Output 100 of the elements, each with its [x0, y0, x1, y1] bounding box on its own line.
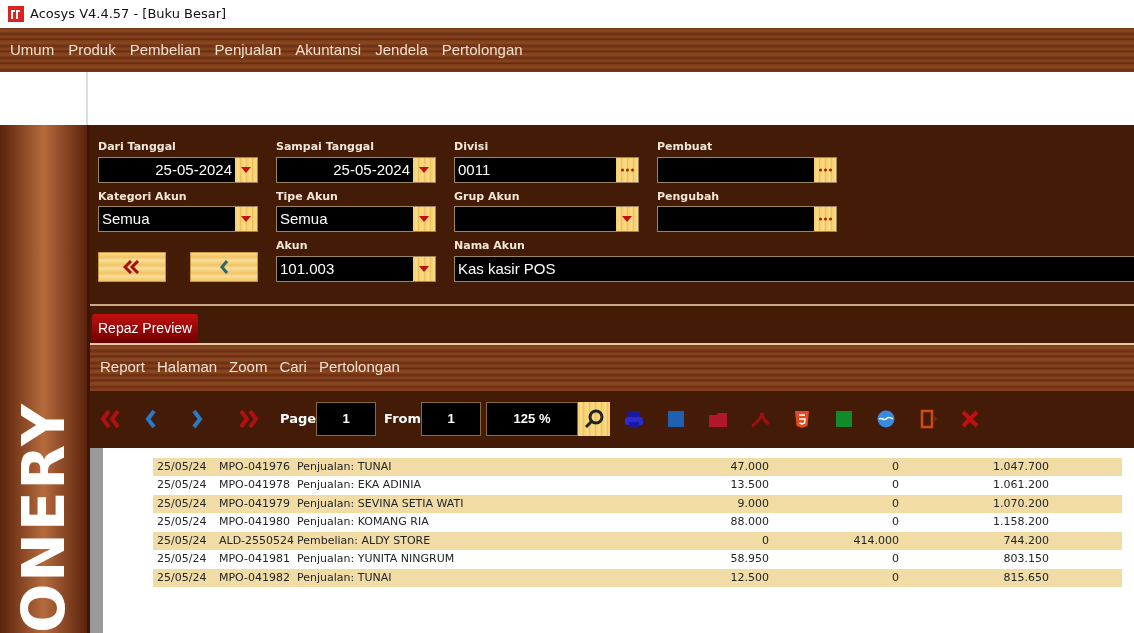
app-logo-icon: [8, 6, 24, 22]
first-button[interactable]: [98, 251, 166, 282]
input-field[interactable]: 101.003: [276, 255, 436, 282]
table-cell-text: 9.000: [736, 495, 770, 512]
page-label: Page: [280, 410, 317, 429]
menu-item[interactable]: Umum: [10, 38, 55, 62]
table-cell-text: Penjualan: KOMANG RIA: [296, 514, 430, 530]
field-label: Pengubah: [657, 188, 721, 205]
tab[interactable]: Repaz Preview: [92, 313, 199, 343]
search-button[interactable]: [578, 402, 610, 436]
dropdown-button[interactable]: [413, 207, 435, 231]
dropdown-button[interactable]: [235, 157, 257, 182]
table-cell-text: 0: [891, 514, 900, 530]
exit-door-icon[interactable]: [918, 409, 938, 429]
table-cell-text: 25/05/24: [156, 495, 208, 512]
field-label: Tipe Akun: [276, 188, 339, 205]
menu-item[interactable]: Pertolongan: [318, 356, 400, 379]
table-cell-text: 25/05/24: [156, 477, 208, 493]
table-cell-text: Penjualan: TUNAI: [296, 458, 393, 475]
input-field[interactable]: Kas kasir POS: [454, 255, 1134, 282]
menu-item[interactable]: Cari: [279, 356, 307, 379]
table-cell-text: 58.950: [729, 551, 770, 567]
table-cell-text: MPO-041982: [218, 569, 292, 586]
table-cell-text: 47.000: [729, 458, 770, 475]
table-cell-text: 0: [891, 458, 900, 475]
table-cell-text: 0: [891, 551, 900, 567]
globe-icon[interactable]: [876, 409, 896, 429]
table-cell-text: 25/05/24: [156, 551, 208, 567]
table-cell-text: MPO-041976: [218, 458, 292, 475]
input-field[interactable]: Semua: [276, 206, 436, 232]
lookup-button[interactable]: [616, 157, 638, 182]
previous-page-icon[interactable]: [144, 408, 156, 430]
dropdown-button[interactable]: [616, 207, 638, 231]
input-field[interactable]: [454, 206, 639, 232]
table-cell-text: 1.061.200: [992, 477, 1050, 493]
caret-icon: [241, 216, 251, 222]
field-label: Sampai Tanggal: [276, 139, 375, 155]
dropdown-button[interactable]: [413, 256, 435, 281]
menu-item[interactable]: Jendela: [375, 38, 428, 62]
lookup-button[interactable]: [814, 207, 836, 231]
square-icon[interactable]: [666, 409, 686, 429]
menu-item[interactable]: Produk: [68, 38, 116, 62]
html5-icon[interactable]: [792, 409, 812, 429]
next-page-icon[interactable]: [192, 408, 204, 430]
table-cell-text: 1.158.200: [992, 514, 1050, 530]
total-pages-field[interactable]: 1: [421, 402, 481, 436]
field-label: Akun: [276, 238, 309, 254]
table-cell-text: Pembelian: ALDY STORE: [296, 532, 432, 549]
input-field[interactable]: 0011: [454, 156, 639, 183]
chevron-left-icon: [219, 259, 229, 274]
input-field[interactable]: Semua: [98, 206, 258, 232]
table-cell-text: Penjualan: YUNITA NINGRUM: [296, 551, 456, 567]
dropdown-button[interactable]: [413, 157, 435, 182]
table-cell-text: 414.000: [852, 532, 900, 549]
field-label: Dari Tanggal: [98, 139, 177, 155]
menu-item[interactable]: Report: [100, 356, 146, 379]
table-cell-text: MPO-041980: [218, 514, 292, 530]
table-cell-text: ALD-2550524: [218, 532, 293, 549]
ellipsis-icon: [620, 167, 634, 172]
input-field[interactable]: [657, 206, 837, 232]
caret-icon: [622, 216, 632, 222]
zoom-field[interactable]: 125 %: [486, 402, 578, 436]
table-cell-text: 0: [891, 569, 900, 586]
table-cell-text: 0: [891, 495, 900, 512]
caret-icon: [419, 265, 429, 272]
ellipsis-icon: [818, 217, 832, 221]
field-label: Kategori Akun: [98, 188, 188, 205]
table-cell-text: Penjualan: TUNAI: [296, 569, 393, 586]
menu-item[interactable]: Zoom: [229, 356, 268, 379]
lookup-button[interactable]: [814, 157, 836, 182]
menu-item[interactable]: Pembelian: [129, 38, 201, 62]
table-cell-text: 13.500: [729, 477, 770, 493]
input-field[interactable]: 25-05-2024: [276, 156, 436, 183]
table-cell-text: 1.070.200: [992, 495, 1050, 512]
dropdown-button[interactable]: [235, 207, 257, 231]
close-icon[interactable]: [960, 409, 980, 429]
table-cell-text: 25/05/24: [156, 532, 208, 549]
field-label: Divisi: [454, 139, 490, 155]
table-cell-text: 0: [761, 532, 770, 549]
input-field[interactable]: [657, 156, 837, 183]
table-cell-text: 0: [891, 477, 900, 493]
table-cell-text: Penjualan: EKA ADINIA: [296, 477, 422, 493]
menu-item[interactable]: Penjualan: [214, 38, 282, 62]
page-field[interactable]: 1: [316, 402, 377, 436]
menu-item[interactable]: Akuntansi: [295, 38, 362, 62]
menu-item[interactable]: Halaman: [157, 356, 218, 379]
search-icon: [583, 408, 605, 430]
window-title: Acosys V4.4.57 - [Buku Besar]: [30, 5, 227, 24]
previous-button[interactable]: [190, 251, 258, 282]
menu-item[interactable]: Pertolongan: [441, 38, 523, 62]
table-cell-text: 744.200: [1002, 532, 1050, 549]
sidebar-banner-text: ONERY: [14, 402, 73, 633]
spreadsheet-icon[interactable]: [834, 409, 854, 429]
table-cell-text: 12.500: [729, 569, 770, 586]
table-cell-text: MPO-041981: [218, 551, 292, 567]
table-cell-text: 803.150: [1002, 551, 1050, 567]
field-label: Nama Akun: [454, 238, 526, 254]
input-field[interactable]: 25-05-2024: [98, 156, 258, 183]
table-cell-text: 815.650: [1002, 569, 1050, 586]
from-label: From: [384, 410, 421, 429]
